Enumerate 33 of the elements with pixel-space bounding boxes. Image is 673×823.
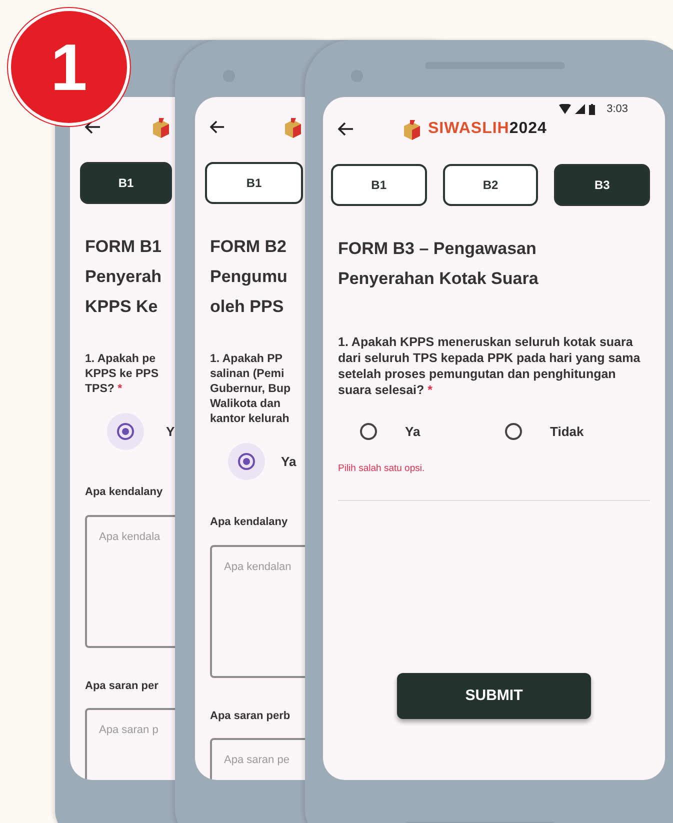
option-label: Tidak [550, 423, 584, 441]
back-arrow-icon[interactable] [338, 122, 354, 136]
form-tab[interactable]: B2 [442, 164, 538, 206]
option-label: Y [166, 422, 175, 441]
option-label: Ya [281, 452, 296, 471]
form-title: FORM B1 Penyerah KPPS Ke [85, 236, 163, 318]
question-text: 1. Apakah KPPS meneruskan seluruh kotak suara dari seluruh TPS kepada PPK pada hari yang sama setelah proses pemungutan dan penghitungan suara selesai? * [338, 334, 642, 398]
form-tab[interactable]: B3 [554, 164, 650, 206]
form-title: FORM B2 Pengumu oleh PPS [210, 236, 288, 318]
radio-button[interactable] [505, 423, 522, 440]
field-label: Apa saran per [85, 678, 160, 694]
validation-message: Pilih salah satu opsi. [338, 462, 426, 476]
form-tab[interactable]: B1 [205, 162, 303, 204]
field-label: Apa saran perb [210, 708, 292, 724]
signal-icon [574, 104, 585, 114]
wifi-icon [558, 104, 571, 114]
question-text: 1. Apakah pe KPPS ke PPS TPS? * [85, 352, 160, 397]
field-label: Apa kendalany [85, 485, 164, 500]
option-label: Ya [405, 423, 420, 441]
submit-button[interactable]: SUBMIT [397, 672, 591, 719]
form-tab[interactable]: B1 [331, 164, 427, 206]
clock-time: 3:03 [606, 102, 628, 117]
radio-button[interactable] [107, 413, 144, 450]
radio-button[interactable] [228, 443, 265, 480]
radio-button[interactable] [360, 423, 377, 440]
step-number-badge: 1 [8, 8, 130, 126]
app-logo-text: SIWASLIH2024 [428, 119, 547, 139]
battery-icon [588, 104, 595, 114]
field-label: Apa kendalany [210, 515, 289, 530]
form-tab[interactable]: B1 [80, 162, 172, 204]
form-title: FORM B3 – Pengawasan Penyerahan Kotak Suara [338, 238, 540, 290]
back-arrow-icon[interactable] [210, 120, 225, 134]
question-text: 1. Apakah PP salinan (Pemi Gubernur, Bup Walikota dan kantor kelurah [210, 352, 292, 427]
